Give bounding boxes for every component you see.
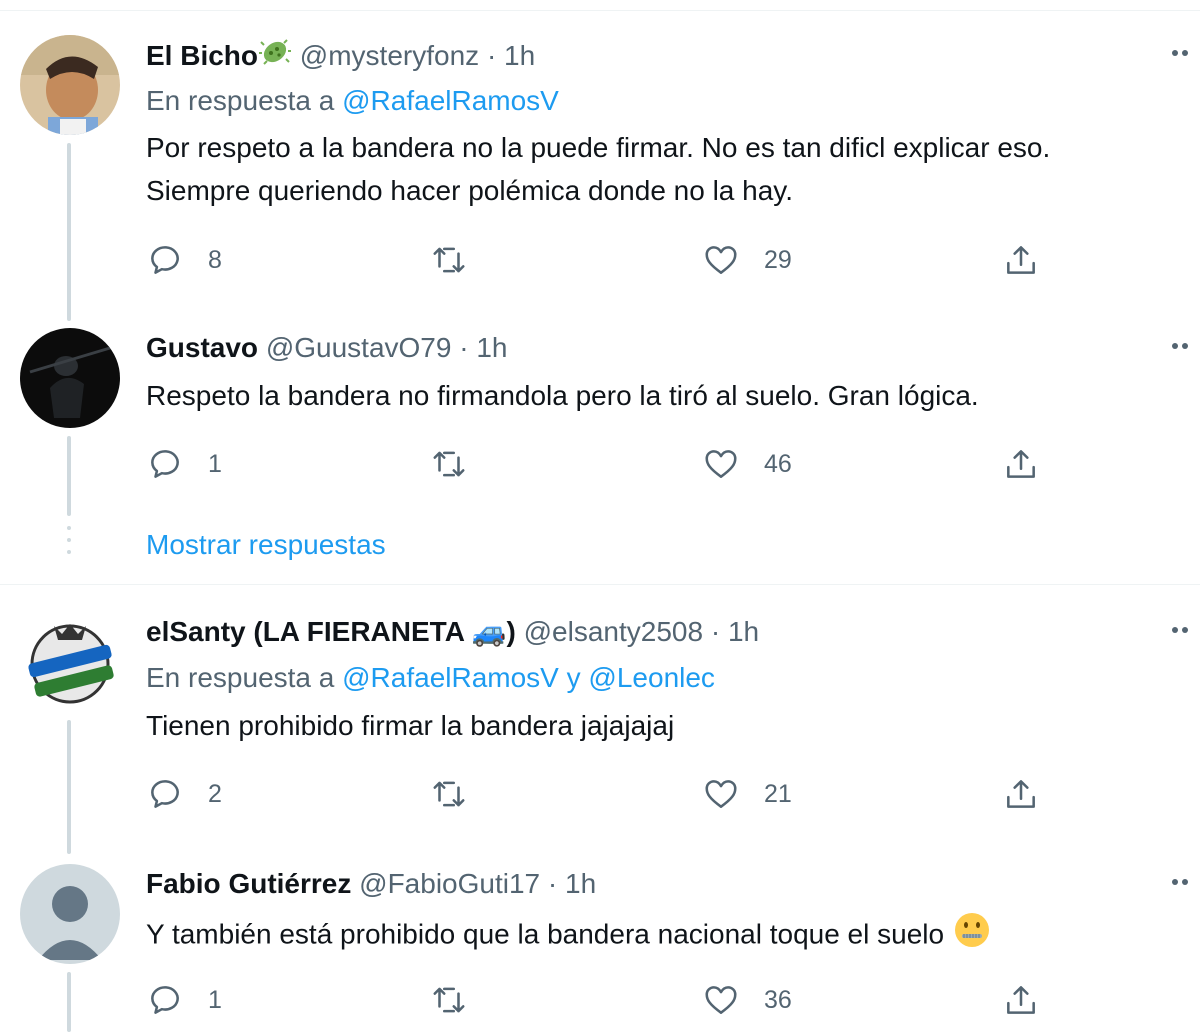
user-handle[interactable]: @GuustavO79 bbox=[266, 332, 452, 363]
reply-button[interactable]: 2 bbox=[146, 774, 222, 814]
reply-count: 1 bbox=[208, 449, 222, 478]
tweet-text: Respeto la bandera no firmandola pero la… bbox=[146, 374, 979, 417]
show-replies-link[interactable]: Mostrar respuestas bbox=[146, 525, 386, 565]
reply-button[interactable]: 8 bbox=[146, 240, 222, 280]
display-name[interactable]: elSanty (LA FIERANETA 🚙) bbox=[146, 616, 516, 647]
share-button[interactable] bbox=[1002, 240, 1040, 280]
like-icon bbox=[705, 450, 737, 478]
tweet-text-line: Por respeto a la bandera no la puede fir… bbox=[146, 132, 1051, 163]
reply-count: 1 bbox=[208, 985, 222, 1014]
thread-line bbox=[67, 972, 71, 1032]
timestamp[interactable]: 1h bbox=[504, 40, 535, 71]
timestamp[interactable]: 1h bbox=[476, 332, 507, 363]
action-bar: 1 46 bbox=[146, 444, 1200, 484]
tweet-header: elSanty (LA FIERANETA 🚙) @elsanty2508 · … bbox=[146, 612, 759, 652]
share-icon bbox=[1007, 246, 1035, 274]
avatar[interactable] bbox=[20, 35, 120, 135]
action-bar: 1 36 bbox=[146, 980, 1200, 1020]
thread-line bbox=[67, 436, 71, 516]
tweet-text-line: Siempre queriendo hacer polémica donde n… bbox=[146, 175, 794, 206]
share-button[interactable] bbox=[1002, 774, 1040, 814]
avatar[interactable] bbox=[20, 612, 120, 712]
more-options-icon[interactable] bbox=[1172, 37, 1200, 67]
retweet-icon bbox=[433, 247, 465, 273]
more-options-icon[interactable] bbox=[1172, 330, 1200, 360]
like-icon bbox=[705, 246, 737, 274]
reply-conjunction: y bbox=[566, 662, 581, 693]
display-name[interactable]: Fabio Gutiérrez bbox=[146, 868, 351, 899]
reply-button[interactable]: 1 bbox=[146, 444, 222, 484]
share-icon bbox=[1007, 986, 1035, 1014]
zipper-mouth-emoji bbox=[952, 910, 992, 962]
separator-dot: · bbox=[710, 616, 721, 647]
timestamp[interactable]: 1h bbox=[728, 616, 759, 647]
share-icon bbox=[1007, 450, 1035, 478]
like-icon bbox=[705, 986, 737, 1014]
user-handle[interactable]: @elsanty2508 bbox=[524, 616, 703, 647]
reply-to-link[interactable]: @RafaelRamosV bbox=[342, 85, 559, 116]
like-count: 21 bbox=[764, 779, 792, 808]
like-button[interactable]: 21 bbox=[702, 774, 792, 814]
thread-line bbox=[67, 720, 71, 854]
tweet-text-line: Tienen prohibido firmar la bandera jajaj… bbox=[146, 710, 675, 741]
like-button[interactable]: 46 bbox=[702, 444, 792, 484]
reply-to-link[interactable]: @Leonlec bbox=[588, 662, 715, 693]
thread-divider bbox=[0, 584, 1200, 585]
thread-continuation-dots bbox=[67, 526, 71, 566]
reply-to-link[interactable]: @RafaelRamosV bbox=[342, 662, 559, 693]
retweet-button[interactable] bbox=[430, 240, 492, 280]
reply-count: 2 bbox=[208, 779, 222, 808]
action-bar: 8 29 bbox=[146, 240, 1200, 280]
share-icon bbox=[1007, 780, 1035, 808]
user-handle[interactable]: @FabioGuti17 bbox=[359, 868, 540, 899]
like-count: 36 bbox=[764, 985, 792, 1014]
thread-line bbox=[67, 143, 71, 321]
timestamp[interactable]: 1h bbox=[565, 868, 596, 899]
avatar[interactable] bbox=[20, 328, 120, 428]
reply-prefix: En respuesta a bbox=[146, 662, 335, 693]
reply-icon bbox=[151, 986, 179, 1014]
reply-context: En respuesta a @RafaelRamosV y @Leonlec bbox=[146, 658, 715, 698]
user-handle[interactable]: @mysteryfonz bbox=[300, 40, 479, 71]
tweet-header: Fabio Gutiérrez @FabioGuti17 · 1h bbox=[146, 864, 596, 904]
like-count: 46 bbox=[764, 449, 792, 478]
microbe-emoji bbox=[258, 35, 292, 80]
like-button[interactable]: 29 bbox=[702, 240, 792, 280]
tweet-text-line: Y también está prohibido que la bandera … bbox=[146, 918, 945, 950]
tweet-text: Por respeto a la bandera no la puede fir… bbox=[146, 126, 1050, 212]
reply-icon bbox=[151, 450, 179, 478]
reply-button[interactable]: 1 bbox=[146, 980, 222, 1020]
more-options-icon[interactable] bbox=[1172, 866, 1200, 896]
tweet-header: Gustavo @GuustavO79 · 1h bbox=[146, 328, 507, 368]
like-count: 29 bbox=[764, 245, 792, 274]
top-divider bbox=[0, 0, 1200, 11]
share-button[interactable] bbox=[1002, 980, 1040, 1020]
separator-dot: · bbox=[547, 868, 558, 899]
tweet-header: El Bicho @mysteryfonz · 1h bbox=[146, 35, 535, 75]
retweet-button[interactable] bbox=[430, 980, 492, 1020]
separator-dot: · bbox=[486, 39, 497, 71]
tweet-text: Y también está prohibido que la bandera … bbox=[146, 910, 992, 962]
tweet-text-line: Respeto la bandera no firmandola pero la… bbox=[146, 380, 979, 411]
retweet-icon bbox=[433, 781, 465, 807]
retweet-button[interactable] bbox=[430, 774, 492, 814]
display-name[interactable]: Gustavo bbox=[146, 332, 258, 363]
separator-dot: · bbox=[459, 332, 469, 363]
avatar[interactable] bbox=[20, 864, 120, 964]
share-button[interactable] bbox=[1002, 444, 1040, 484]
retweet-icon bbox=[433, 451, 465, 477]
retweet-icon bbox=[433, 987, 465, 1013]
action-bar: 2 21 bbox=[146, 774, 1200, 814]
tweet-text: Tienen prohibido firmar la bandera jajaj… bbox=[146, 704, 674, 747]
reply-icon bbox=[151, 780, 179, 808]
like-icon bbox=[705, 780, 737, 808]
reply-icon bbox=[151, 246, 179, 274]
reply-count: 8 bbox=[208, 245, 222, 274]
reply-context: En respuesta a @RafaelRamosV bbox=[146, 81, 559, 121]
retweet-button[interactable] bbox=[430, 444, 492, 484]
more-options-icon[interactable] bbox=[1172, 614, 1200, 644]
like-button[interactable]: 36 bbox=[702, 980, 792, 1020]
display-name[interactable]: El Bicho bbox=[146, 40, 258, 71]
reply-prefix: En respuesta a bbox=[146, 85, 335, 116]
